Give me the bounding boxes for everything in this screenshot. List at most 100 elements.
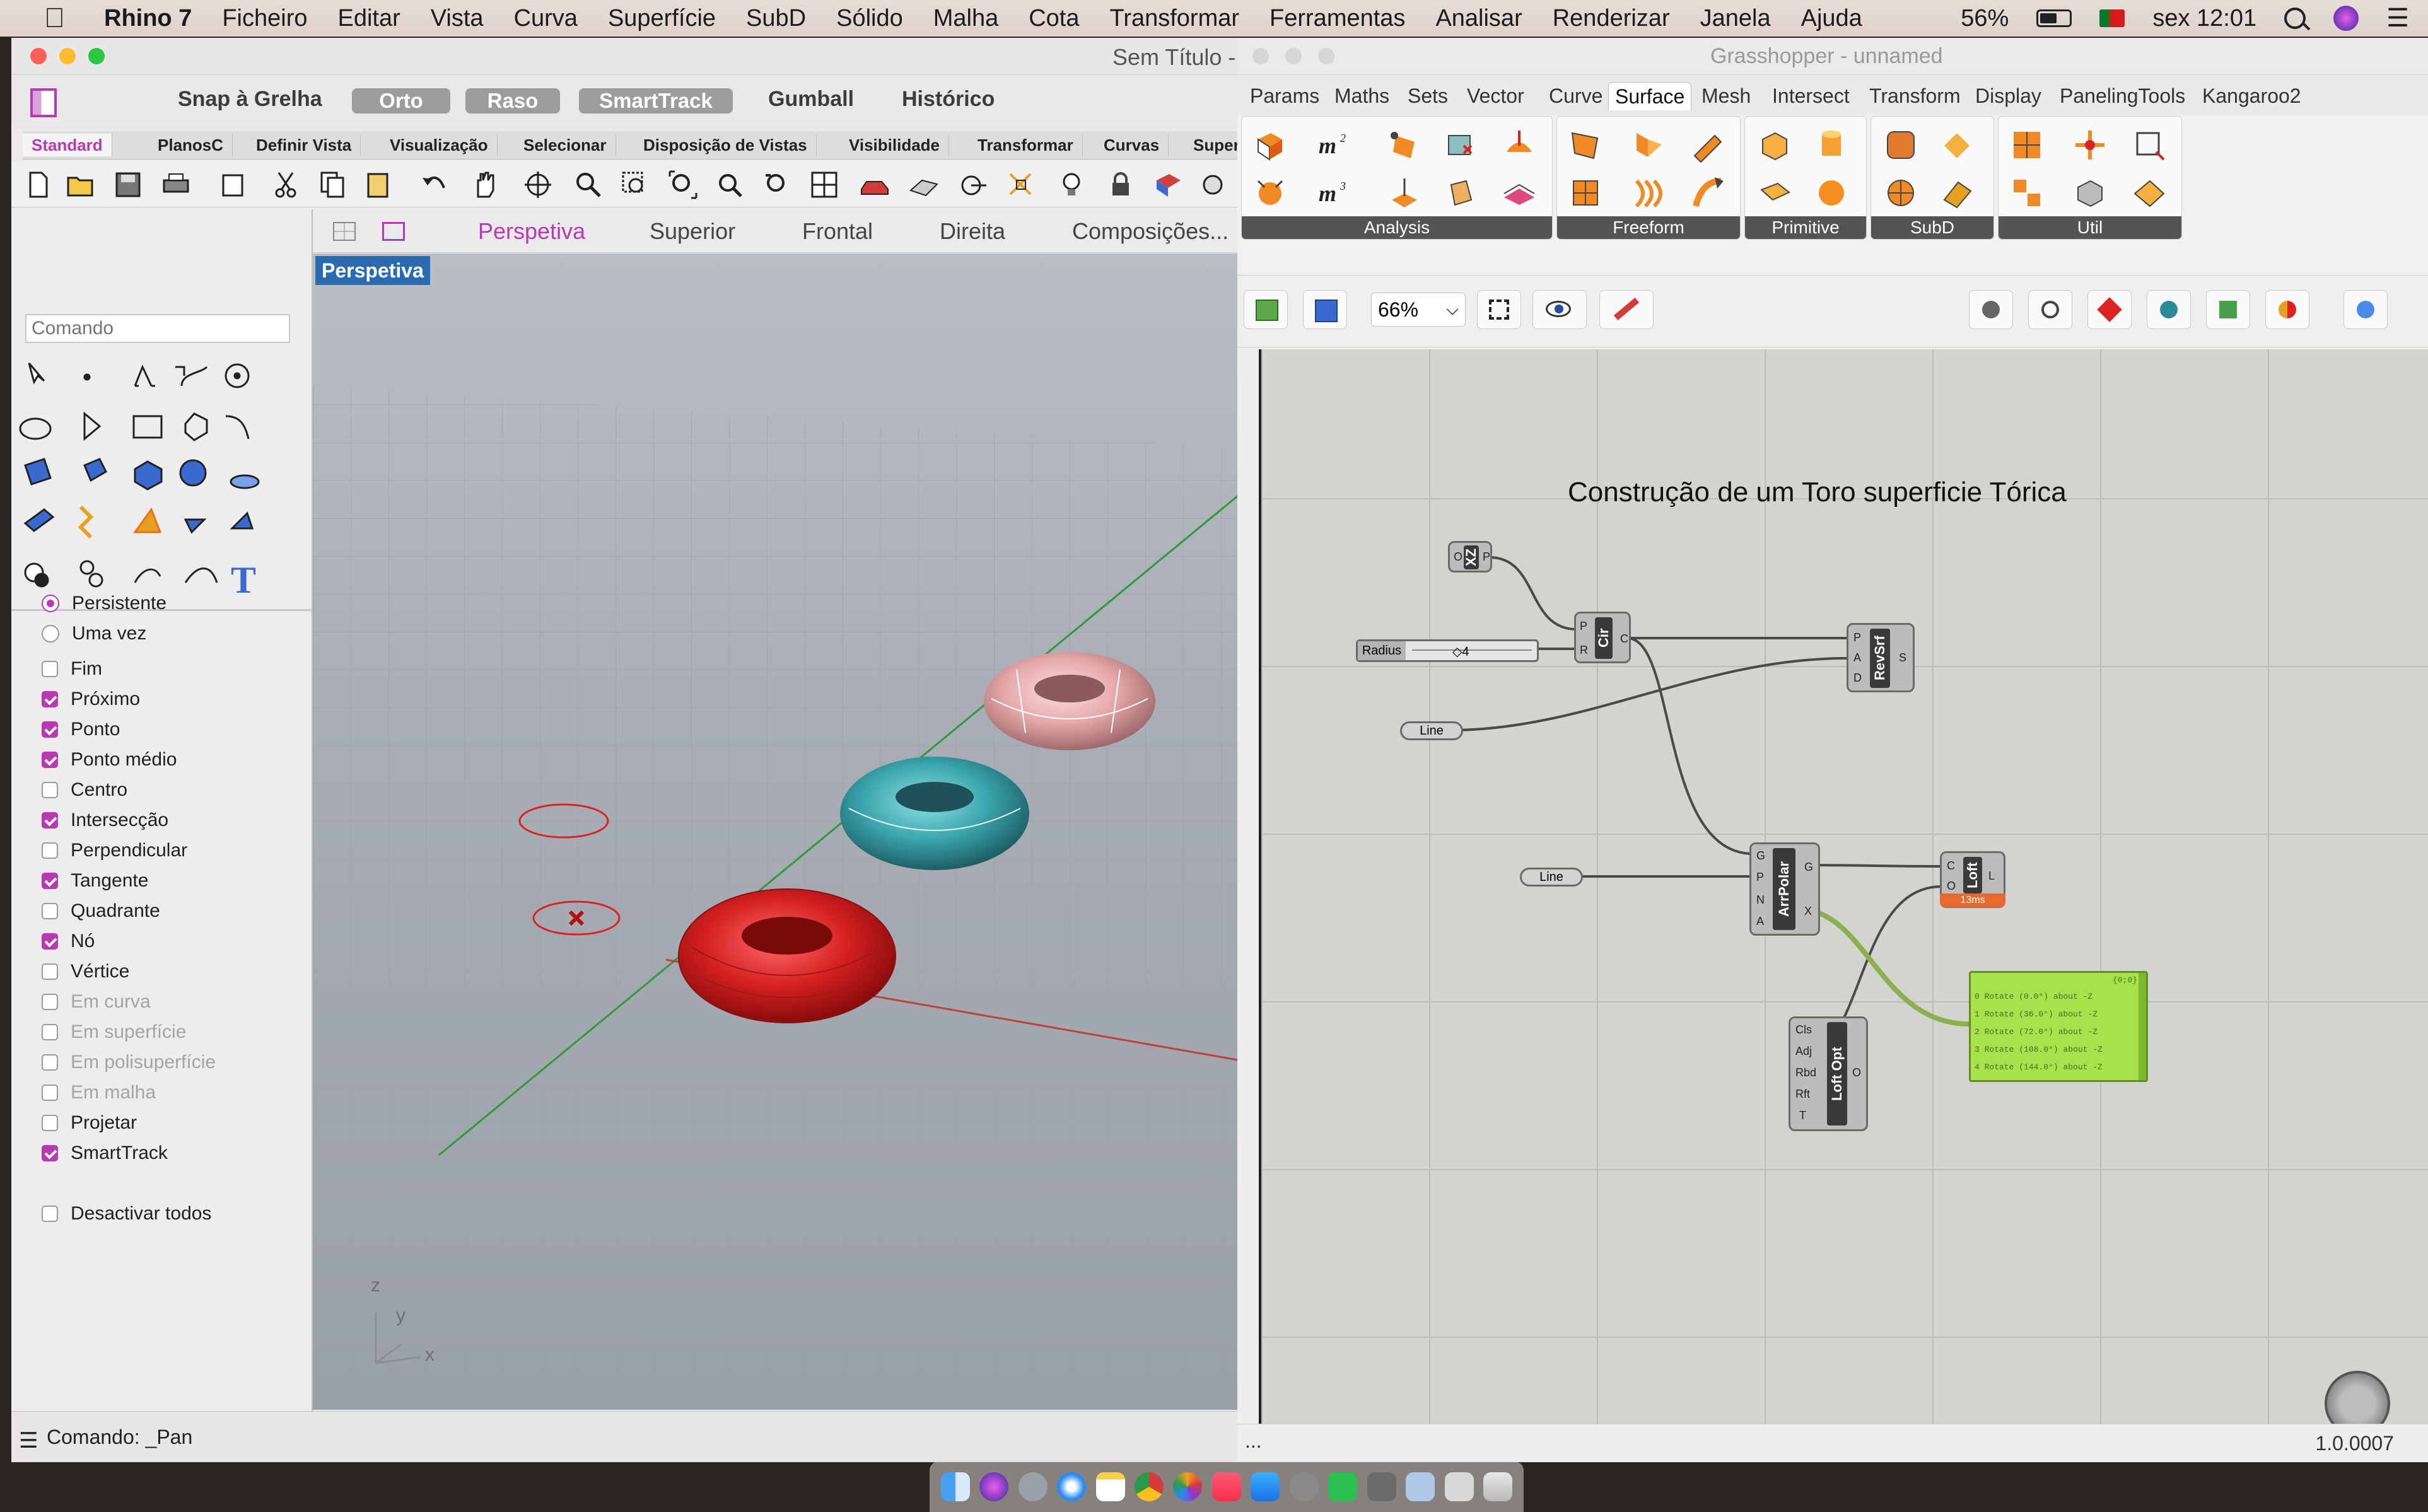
checkbox[interactable] [42,721,58,738]
checkbox[interactable] [42,933,58,950]
menu-superficie[interactable]: Superfície [608,5,716,32]
gh-canvas[interactable]: Construção de um Toro superficie Tórica … [1261,349,2428,1459]
checkbox[interactable] [42,1206,58,1222]
osnap-option[interactable]: Quadrante [42,900,160,922]
whatsapp-icon[interactable] [1328,1472,1358,1501]
checkbox[interactable] [42,1115,58,1131]
arrpolar-input-a[interactable]: A [1756,915,1764,928]
save-icon[interactable] [112,169,144,201]
gh-tab-vector[interactable]: Vector [1461,82,1531,110]
loft-output-l[interactable]: L [1988,869,1995,883]
brep-closest-icon[interactable] [1386,127,1422,163]
radio-button[interactable] [42,625,59,643]
revsrf-input-d[interactable]: D [1853,672,1862,685]
light-bulb-icon[interactable] [1056,169,1087,201]
gh-tab-curve[interactable]: Curve [1543,82,1609,110]
fragment-patch-icon[interactable] [1567,175,1604,211]
slider-value[interactable]: ◇4 [1452,644,1469,660]
tab-direita[interactable]: Direita [940,218,1005,245]
gh-minimize-button[interactable] [1285,48,1302,64]
tab-visibilidade[interactable]: Visibilidade [840,134,950,156]
pan-hand-icon[interactable] [469,169,501,201]
menu-cota[interactable]: Cota [1029,5,1079,32]
trash-icon[interactable] [1483,1472,1513,1501]
spotlight-search-icon[interactable] [2284,8,2311,31]
line-param-2[interactable]: Line [1520,868,1583,887]
tab-superior[interactable]: Superior [650,218,735,245]
gh-tab-params[interactable]: Params [1244,82,1326,110]
loftopt-input-t[interactable]: T [1799,1109,1806,1122]
dimensions-icon[interactable] [1252,175,1288,211]
materials-icon[interactable] [1153,169,1184,201]
panel-toggle-icon[interactable] [30,88,57,117]
gh-panel-primitive-label[interactable]: Primitive [1745,216,1866,239]
single-layout-icon[interactable] [382,222,405,241]
ortho-toggle[interactable]: Orto [352,88,450,113]
document-preview-button[interactable] [2147,290,2191,329]
siri-icon[interactable] [2333,6,2359,31]
preview-wireframe-button[interactable] [1969,290,2013,329]
menu-vista[interactable]: Vista [431,5,484,32]
preview-shaded-button[interactable] [2028,290,2072,329]
gh-zoom-button[interactable] [1318,48,1334,64]
undo-icon[interactable] [419,169,450,201]
gh-tab-panelingtools[interactable]: PanelingTools [2053,82,2192,110]
rhino-dock-icon[interactable] [1367,1472,1396,1501]
evaluate-surface-icon[interactable] [1500,127,1537,163]
plane-surface-icon[interactable] [1756,175,1793,211]
sketch-pen-button[interactable] [1599,290,1654,329]
loftopt-input-rbd[interactable]: Rbd [1795,1066,1816,1079]
loft-icon[interactable] [1630,175,1667,211]
smarttrack-toggle[interactable]: SmartTrack [579,88,733,113]
grid-plane-icon[interactable] [908,169,940,201]
osnap-option[interactable]: Nó [42,931,95,952]
tab-visualizacao[interactable]: Visualização [381,134,498,156]
new-file-icon[interactable] [23,169,54,201]
tab-definir-vista[interactable]: Definir Vista [247,134,361,156]
safari-icon[interactable] [1057,1472,1087,1501]
preview-eye-button[interactable] [1532,290,1587,329]
apple-icon[interactable]:  [44,3,65,34]
checkbox[interactable] [42,812,58,829]
tab-planosc[interactable]: PlanosC [149,134,233,156]
command-history-icon[interactable]: ☰ [19,1428,38,1453]
osnap-option[interactable]: Próximo [42,689,140,710]
viewport-label[interactable]: Perspetiva [315,256,430,285]
copy-icon[interactable] [317,169,348,201]
arrpolar-output-x[interactable]: X [1804,905,1812,918]
gh-close-button[interactable] [1252,48,1269,64]
menu-ferramentas[interactable]: Ferramentas [1269,5,1405,32]
launchpad-icon[interactable] [1018,1472,1048,1501]
osnap-option[interactable]: Intersecção [42,810,168,831]
zoom-extents-icon[interactable] [667,169,699,201]
history-toggle[interactable]: Histórico [902,87,995,112]
open-folder-icon[interactable] [64,169,96,201]
divide-domain-icon[interactable] [2009,127,2045,163]
osnap-option[interactable]: SmartTrack [42,1143,168,1164]
offset-surface-icon[interactable] [2131,175,2168,211]
revsrf-input-a[interactable]: A [1853,651,1861,665]
checkbox[interactable] [42,782,58,798]
loftopt-input-rft[interactable]: Rft [1795,1088,1810,1101]
osnap-option[interactable]: Vértice [42,961,129,982]
tab-transformar[interactable]: Transformar [969,134,1083,156]
isotrim-icon[interactable] [2072,127,2108,163]
loftopt-input-cls[interactable]: Cls [1795,1023,1812,1037]
open-file-button[interactable] [1244,290,1288,329]
circle-component[interactable]: P R Cir C [1574,612,1631,663]
loftopt-output-o[interactable]: O [1852,1066,1861,1079]
gh-tab-transform[interactable]: Transform [1863,82,1967,110]
zoom-extents-button[interactable] [1477,290,1521,329]
music-icon[interactable] [1211,1472,1241,1501]
sweep-icon[interactable] [1690,175,1726,211]
lock-icon[interactable] [1105,169,1136,201]
tab-frontal[interactable]: Frontal [802,218,873,245]
checkbox[interactable] [42,873,58,889]
osnap-option[interactable]: Fim [42,658,102,680]
circle-input-p[interactable]: P [1580,620,1587,633]
chrome-icon[interactable] [1134,1472,1164,1501]
subd-box-icon[interactable] [1882,127,1919,163]
zoom-window-button[interactable] [88,48,105,64]
revsrf-component[interactable]: P A D RevSrf S [1847,623,1915,692]
finder-icon[interactable] [940,1472,970,1501]
